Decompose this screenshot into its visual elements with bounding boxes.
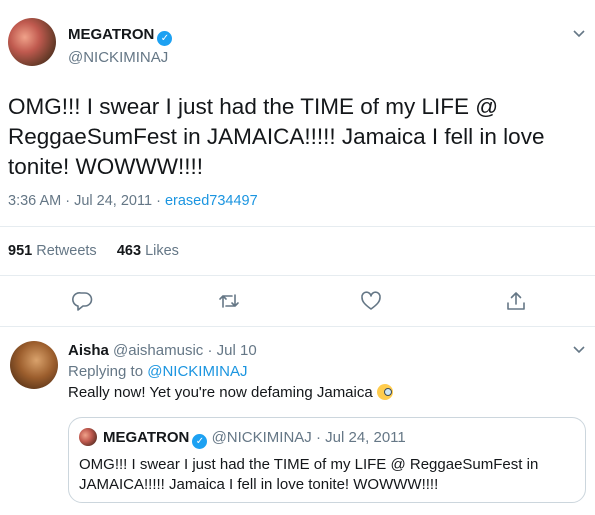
divider xyxy=(0,275,595,276)
reply-header: Aisha @aishamusic · Jul 10 xyxy=(68,342,257,359)
reply-author-avatar[interactable] xyxy=(10,341,58,389)
retweets-stat[interactable]: 951 Retweets xyxy=(8,243,97,259)
retweet-button[interactable] xyxy=(218,290,240,312)
replying-prefix: Replying to xyxy=(68,363,144,380)
verified-icon: ✓ xyxy=(192,434,208,449)
quote-header: MEGATRON ✓ @NICKIMINAJ · Jul 24, 2011 xyxy=(103,429,406,449)
likes-count: 463 xyxy=(116,243,142,259)
tweet-time[interactable]: 3:36 AM xyxy=(8,193,61,209)
author-name-row[interactable]: MEGATRON ✓ xyxy=(68,26,173,46)
chevron-down-icon[interactable] xyxy=(572,26,586,43)
retweets-count: 951 xyxy=(8,243,33,259)
like-icon xyxy=(361,291,381,310)
quote-date: Jul 24, 2011 xyxy=(325,429,406,446)
tweet-stats: 951 Retweets 463 Likes xyxy=(8,243,179,259)
meta-separator: · xyxy=(156,193,161,209)
divider xyxy=(0,326,595,327)
retweet-icon xyxy=(219,294,239,308)
quote-author-handle: @NICKIMINAJ xyxy=(211,429,312,446)
reply-author-handle[interactable]: @aishamusic xyxy=(113,342,203,359)
monocle-face-emoji xyxy=(376,384,393,400)
tweet-source-link[interactable]: erased734497 xyxy=(165,193,258,209)
meta-separator: · xyxy=(207,342,213,359)
replying-to-handle[interactable]: @NICKIMINAJ xyxy=(147,363,247,380)
likes-stat[interactable]: 463 Likes xyxy=(117,243,179,259)
tweet-date[interactable]: Jul 24, 2011 xyxy=(74,193,152,209)
reply-button[interactable] xyxy=(72,290,94,312)
meta-separator: · xyxy=(315,429,321,446)
like-button[interactable] xyxy=(360,290,382,312)
share-icon xyxy=(507,292,525,310)
likes-label: Likes xyxy=(145,243,179,259)
quote-author-avatar xyxy=(79,428,97,446)
chevron-down-icon[interactable] xyxy=(572,342,586,359)
quote-text: OMG!!! I swear I just had the TIME of my… xyxy=(79,456,539,493)
tweet-text: OMG!!! I swear I just had the TIME of my… xyxy=(8,94,545,179)
tweet-meta: 3:36 AM · Jul 24, 2011 · erased734497 xyxy=(8,193,258,209)
retweets-label: Retweets xyxy=(36,243,97,259)
author-handle[interactable]: @NICKIMINAJ xyxy=(68,49,168,66)
share-button[interactable] xyxy=(505,290,527,312)
quote-author-name: MEGATRON xyxy=(103,429,190,446)
reply-text-row: Really now! Yet you're now defaming Jama… xyxy=(68,384,393,401)
author-name[interactable]: MEGATRON xyxy=(68,26,154,43)
reply-author-name[interactable]: Aisha xyxy=(68,342,109,359)
author-avatar[interactable] xyxy=(8,18,56,66)
reply-date[interactable]: Jul 10 xyxy=(217,342,257,359)
verified-icon: ✓ xyxy=(157,31,173,46)
reply-icon xyxy=(72,292,93,311)
reply-text: Really now! Yet you're now defaming Jama… xyxy=(68,384,373,401)
divider xyxy=(0,226,595,227)
meta-separator: · xyxy=(65,193,71,209)
replying-to: Replying to @NICKIMINAJ xyxy=(68,363,247,380)
